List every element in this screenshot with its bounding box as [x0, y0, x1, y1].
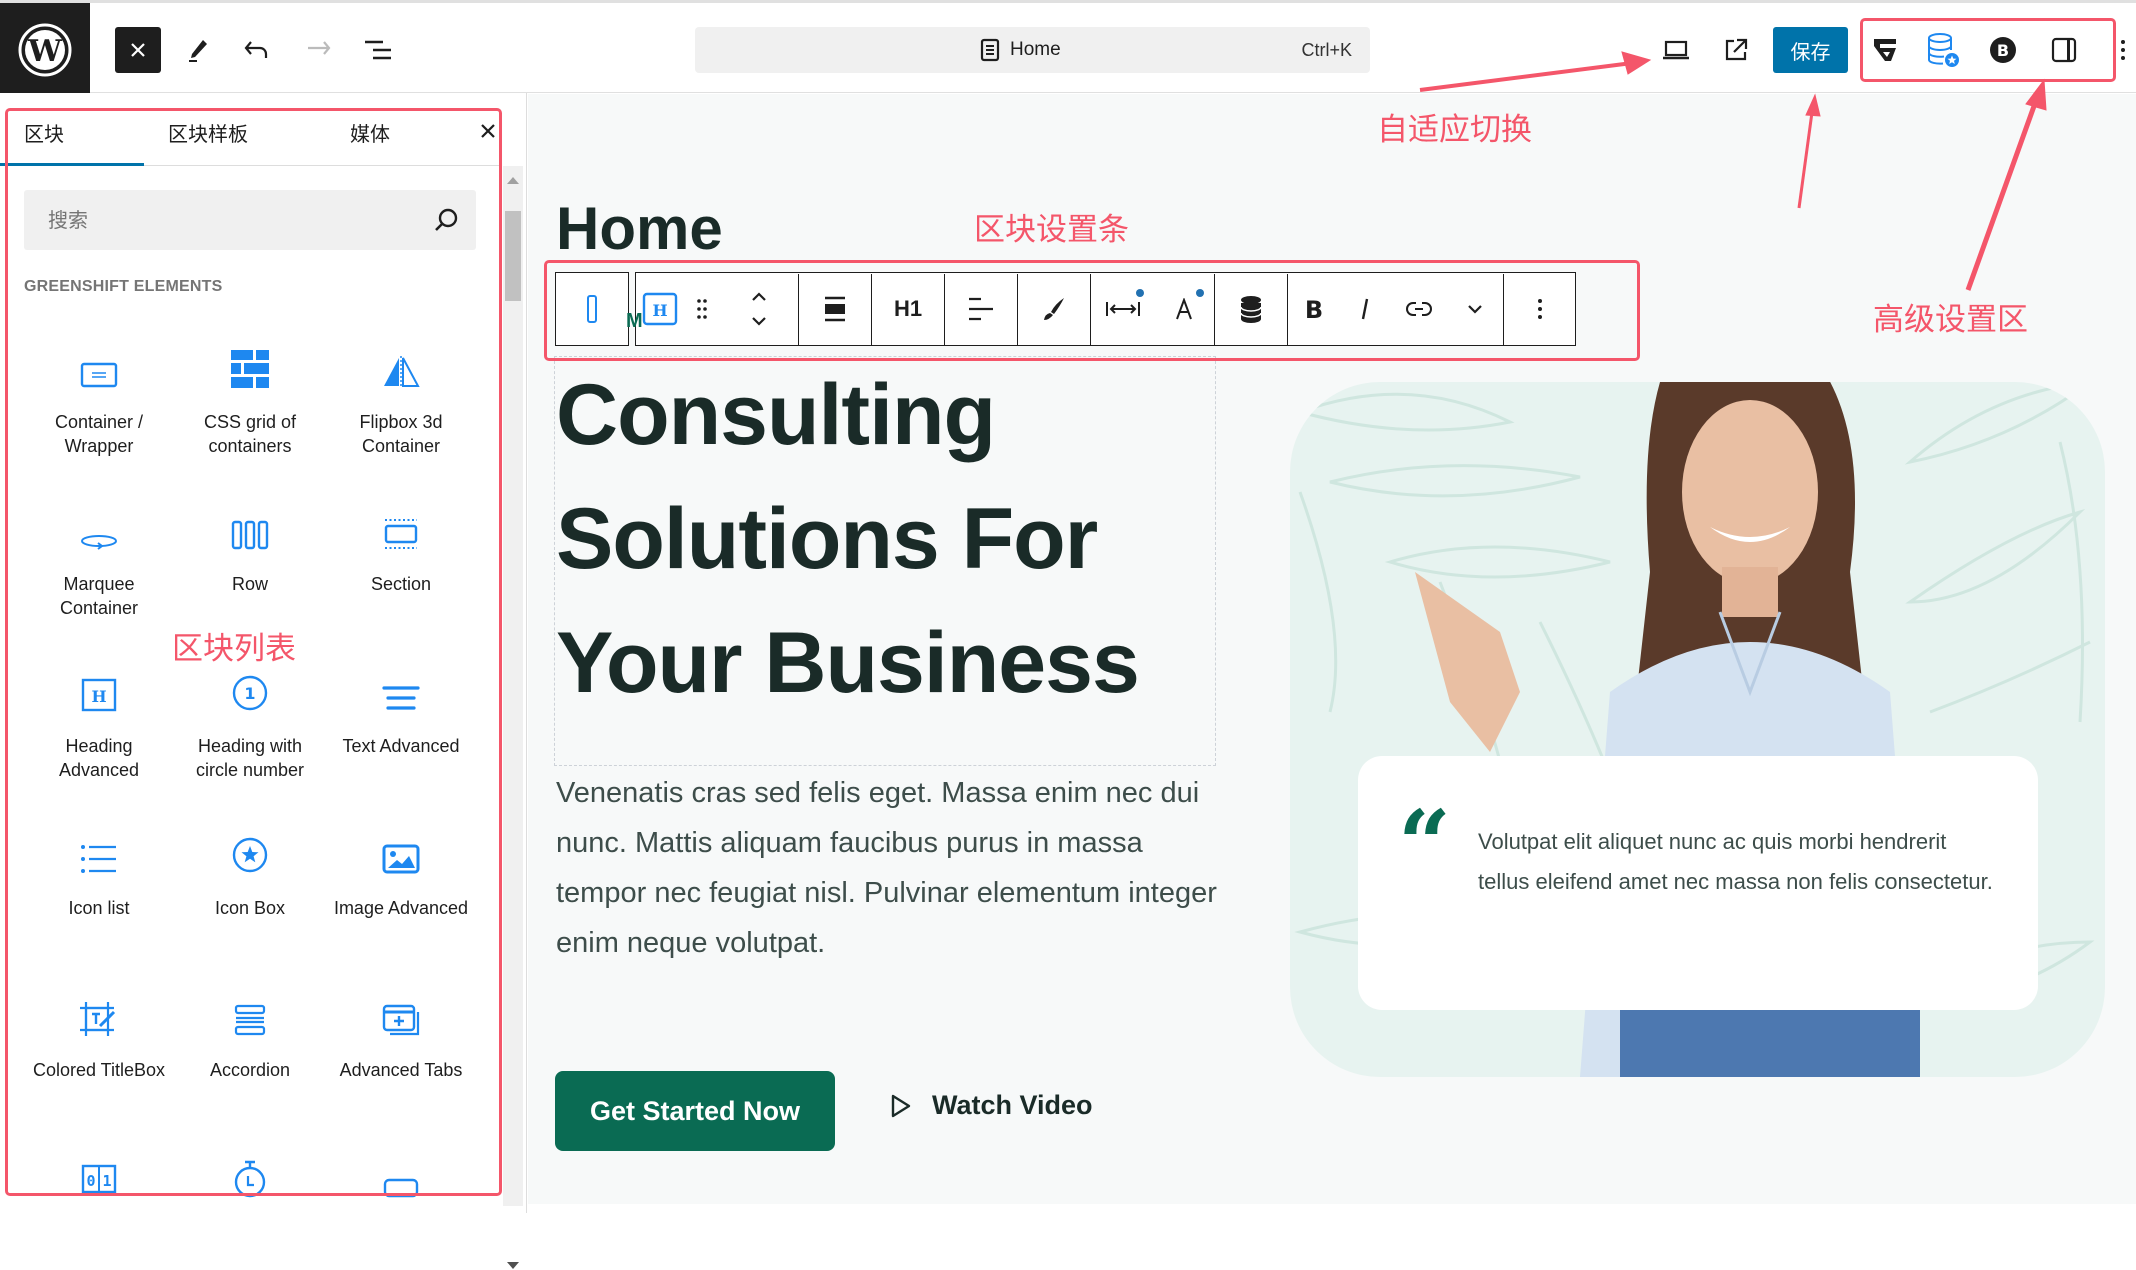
- svg-text:B: B: [1997, 41, 2009, 60]
- external-view-icon: [1725, 38, 1748, 61]
- vertical-dots-icon: [2121, 40, 2125, 60]
- scroll-up-arrow-icon[interactable]: [507, 176, 519, 184]
- block-toolbar-highlight: [544, 260, 1640, 361]
- close-icon: [131, 43, 145, 57]
- command-palette-bar[interactable]: Home Ctrl+K: [695, 27, 1370, 73]
- svg-text:W: W: [27, 34, 63, 69]
- wordpress-logo[interactable]: W: [0, 3, 90, 96]
- wordpress-icon: W: [18, 23, 72, 76]
- device-preview-button[interactable]: [1653, 27, 1699, 73]
- editor-top-bar: W Home Ctrl+K 保存 B: [0, 0, 2136, 96]
- get-started-button[interactable]: Get Started Now: [555, 1071, 835, 1151]
- block-inserter-panel: 区块 区块样板 媒体 GREENSHIFT ELEMENTS Container…: [0, 93, 527, 1269]
- tools-button[interactable]: [175, 27, 221, 73]
- watch-video-button[interactable]: Watch Video: [890, 1090, 1093, 1121]
- desktop-preview-icon: [1663, 40, 1689, 60]
- hero-heading-line[interactable]: Solutions For: [556, 490, 1098, 589]
- scroll-thumb[interactable]: [505, 211, 521, 301]
- undo-button[interactable]: [234, 27, 280, 73]
- testimonial-card[interactable]: “ Volutpat elit aliquet nunc ac quis mor…: [1358, 756, 2038, 1010]
- close-inserter-button[interactable]: [115, 27, 161, 73]
- b-extension-button[interactable]: B: [1980, 27, 2026, 73]
- pencil-icon: [189, 40, 207, 62]
- undo-icon: [244, 41, 268, 58]
- hero-description[interactable]: Venenatis cras sed felis eget. Massa eni…: [556, 768, 1236, 968]
- hero-heading-line[interactable]: Your Business: [556, 614, 1140, 713]
- play-icon: [891, 1094, 911, 1117]
- document-overview-icon: [365, 40, 391, 60]
- document-overview-button[interactable]: [355, 27, 401, 73]
- document-title: Home: [1010, 39, 1061, 60]
- annotation-block-list: 区块列表: [172, 631, 296, 667]
- greenshift-button[interactable]: [1862, 27, 1908, 73]
- sidebar-toggle-icon: [2051, 37, 2077, 63]
- hero-heading-line[interactable]: Consulting: [556, 366, 996, 465]
- redo-icon: [308, 41, 331, 55]
- save-button[interactable]: 保存: [1773, 27, 1848, 73]
- redo-button[interactable]: [295, 27, 341, 73]
- shortcut-hint: Ctrl+K: [1301, 40, 1352, 60]
- annotation-responsive-switch: 自适应切换: [1377, 112, 1532, 148]
- panel-scrollbar[interactable]: [503, 166, 523, 1269]
- scroll-down-arrow-icon[interactable]: [507, 1262, 519, 1270]
- database-star-icon: [1928, 33, 1959, 67]
- annotation-advanced-settings: 高级设置区: [1873, 302, 2028, 338]
- database-button[interactable]: [1920, 27, 1966, 73]
- annotation-block-settings-bar: 区块设置条: [974, 212, 1129, 248]
- page-icon: [980, 38, 1000, 62]
- b-circle-icon: B: [1990, 37, 2016, 63]
- more-options-button[interactable]: [2110, 27, 2136, 73]
- editor-canvas: Home Consulting Solutions For Your Busin…: [528, 94, 2136, 1204]
- page-title[interactable]: Home: [556, 194, 723, 263]
- view-page-button[interactable]: [1713, 27, 1759, 73]
- settings-sidebar-toggle[interactable]: [2041, 27, 2087, 73]
- testimonial-text: Volutpat elit aliquet nunc ac quis morbi…: [1478, 829, 1993, 894]
- quote-mark-icon: “: [1398, 790, 1451, 898]
- greenshift-icon: [1874, 39, 1896, 61]
- watch-video-label: Watch Video: [932, 1090, 1093, 1120]
